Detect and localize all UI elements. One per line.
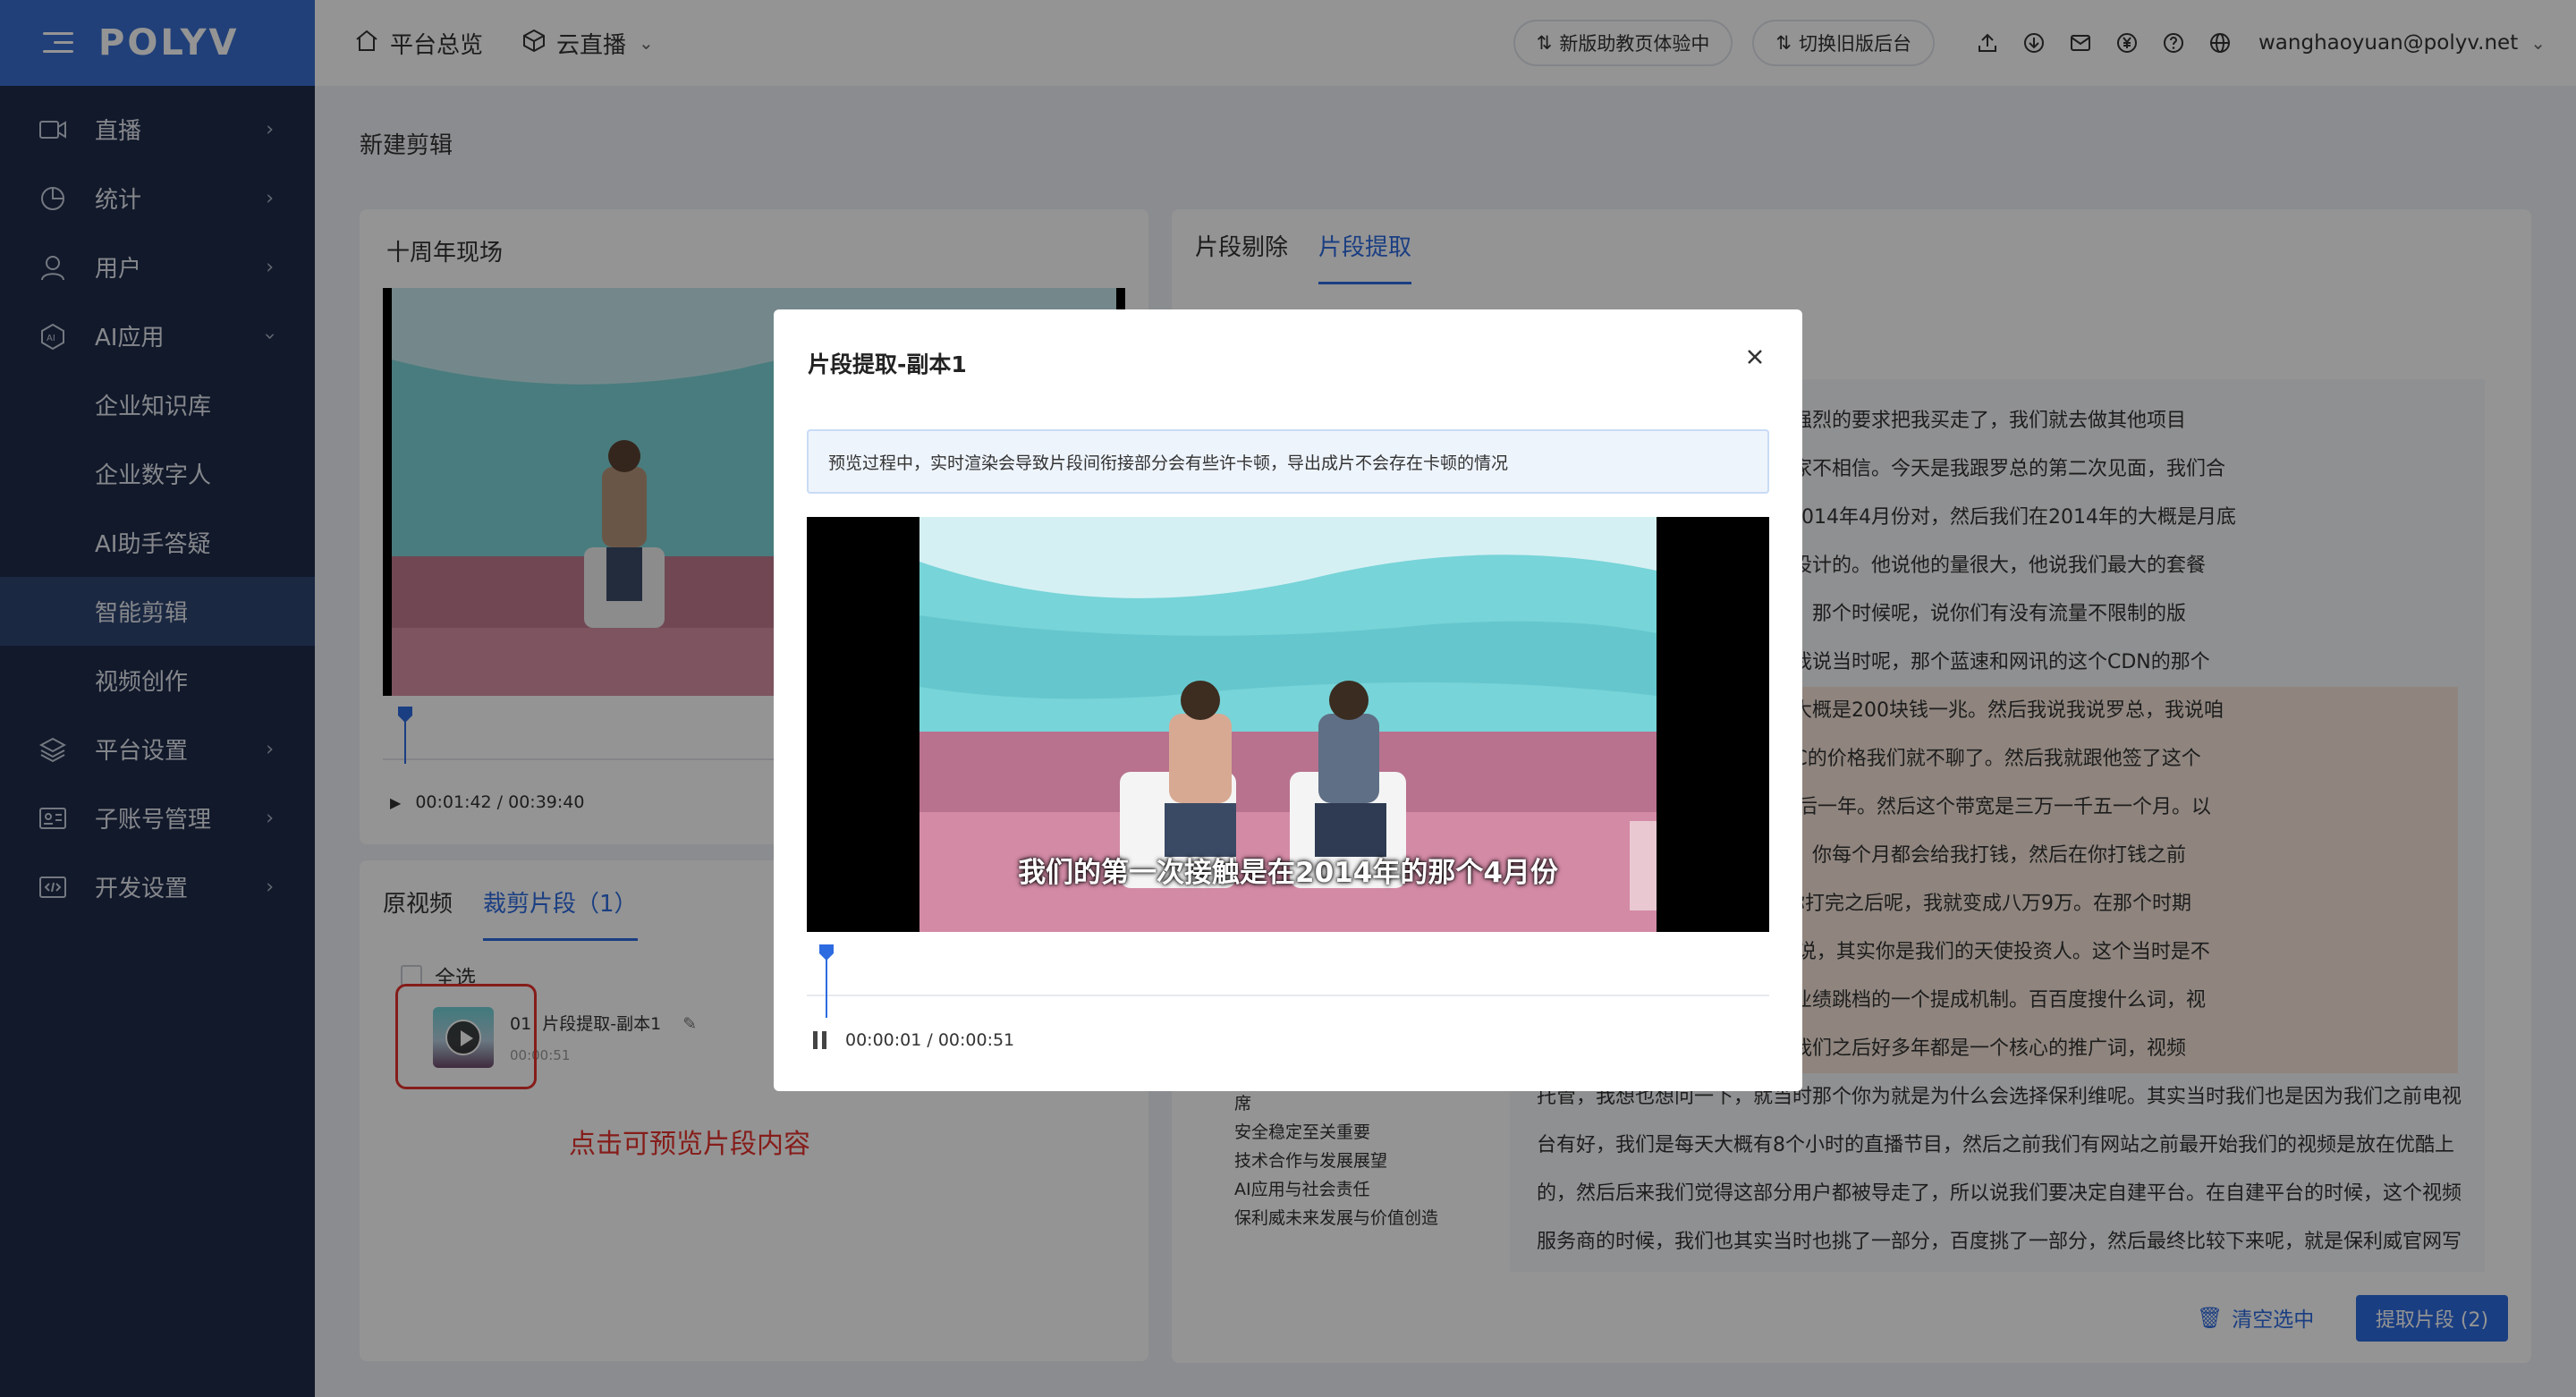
close-icon[interactable]: [1741, 343, 1768, 370]
video-subtitle: 我们的第一次接触是在2014年的那个4月份: [1018, 857, 1558, 889]
clip-preview-player[interactable]: 我们的第一次接触是在2014年的那个4月份: [807, 517, 1769, 932]
timeline-track: [807, 995, 1769, 996]
preview-modal: 片段提取-副本1 预览过程中，实时渲染会导致片段间衔接部分会有些许卡顿，导出成片…: [774, 309, 1802, 1091]
preview-time: 00:00:01 / 00:00:51: [813, 1030, 1014, 1050]
preview-timeline[interactable]: [807, 944, 1769, 1018]
preview-notice: 预览过程中，实时渲染会导致片段间衔接部分会有些许卡顿，导出成片不会存在卡顿的情况: [807, 429, 1769, 494]
modal-title: 片段提取-副本1: [808, 351, 967, 377]
preview-time-label: 00:00:01 / 00:00:51: [845, 1030, 1015, 1050]
playhead-marker[interactable]: [817, 944, 836, 1018]
pause-icon[interactable]: [813, 1031, 831, 1049]
